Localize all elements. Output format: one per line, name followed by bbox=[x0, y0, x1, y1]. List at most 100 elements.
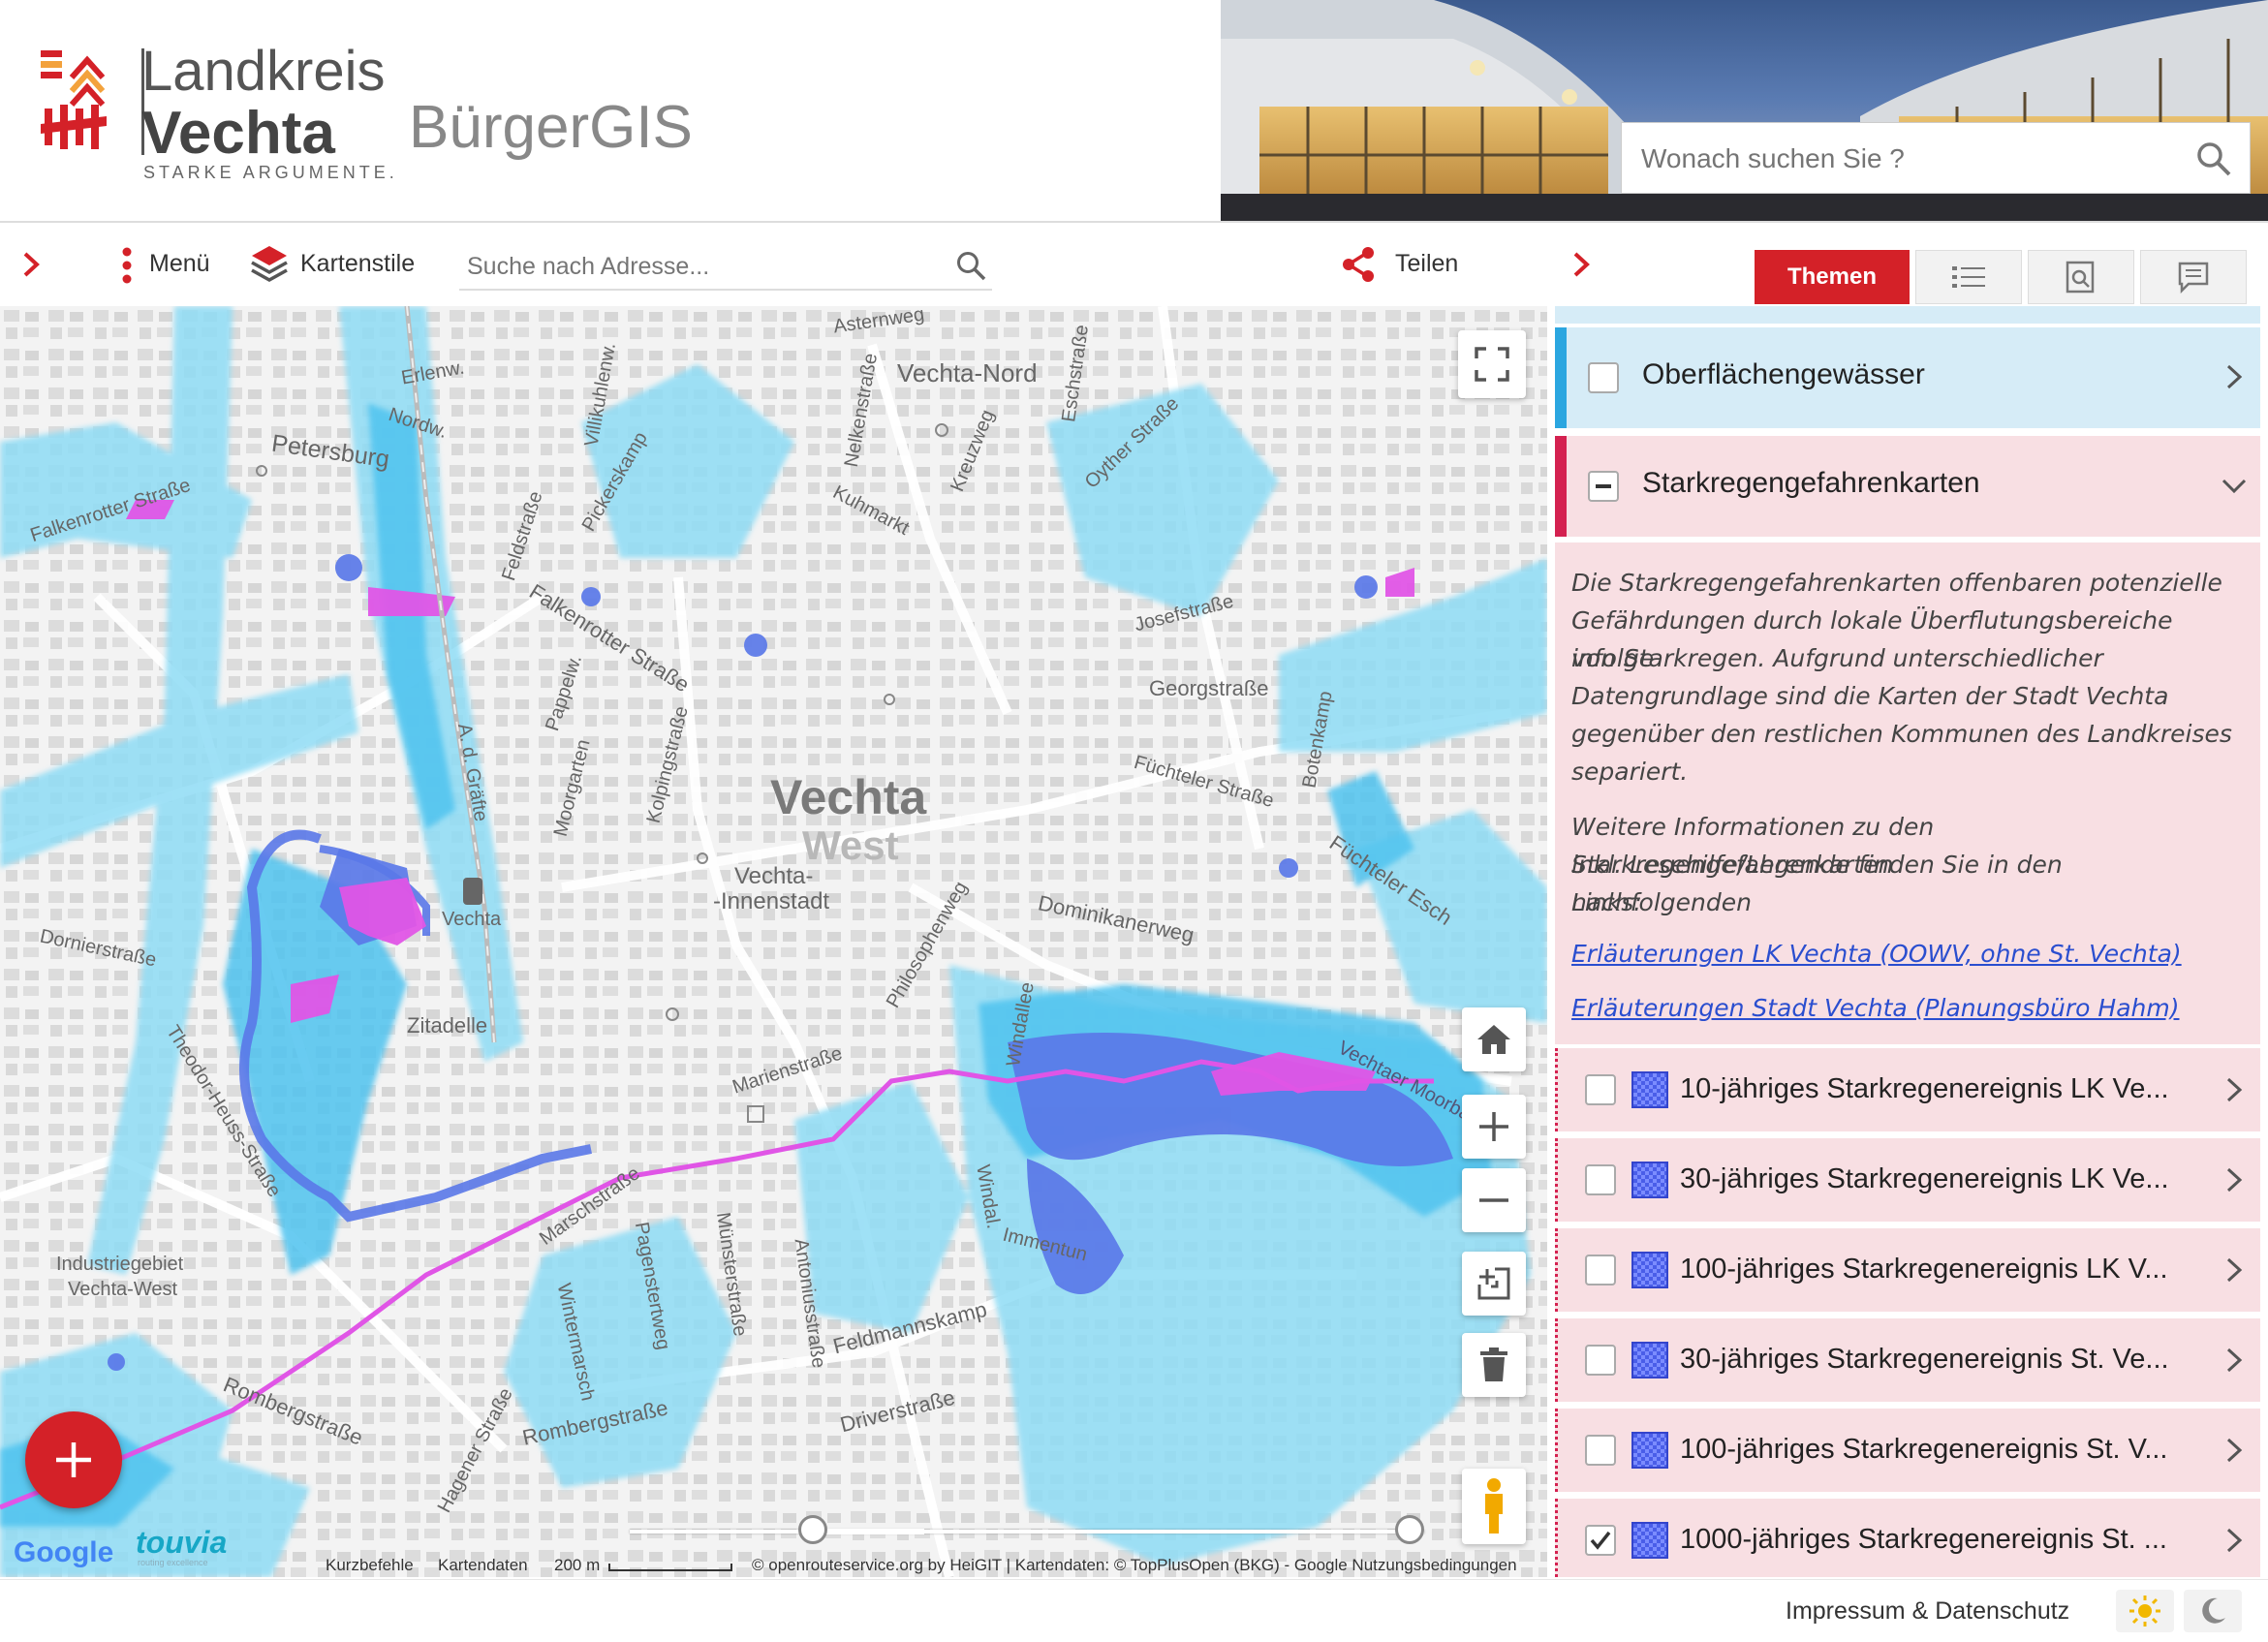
map-label-district: Vechta bbox=[770, 770, 927, 824]
search-icon[interactable] bbox=[955, 250, 986, 281]
list-icon bbox=[1952, 266, 1985, 288]
light-mode-button[interactable] bbox=[2116, 1590, 2174, 1632]
time-range-slider[interactable] bbox=[630, 1512, 1424, 1551]
minus-icon bbox=[1479, 1198, 1508, 1202]
map-label-street: Georgstraße bbox=[1149, 676, 1269, 700]
group-surface-water-checkbox[interactable] bbox=[1588, 362, 1619, 393]
group-starkregen[interactable]: Starkregengefahrenkarten bbox=[1555, 436, 2260, 537]
page-footer: Impressum & Datenschutz bbox=[0, 1579, 2268, 1642]
layer-row[interactable]: 100-jähriges Starkregenereignis LK V... bbox=[1555, 1228, 2260, 1312]
map-attribution-bar: Kurzbefehle Kartendaten 200 m © openrout… bbox=[0, 1556, 1547, 1577]
description-line: Datengrundlage sind die Karten der Stadt… bbox=[1571, 682, 2169, 710]
map-label-place: Industriegebiet bbox=[56, 1254, 184, 1275]
home-button[interactable] bbox=[1462, 1007, 1526, 1071]
brand-tagline: STARKE ARGUMENTE. bbox=[143, 163, 398, 182]
tab-feedback[interactable] bbox=[2140, 250, 2247, 304]
layer-legend-swatch bbox=[1631, 1432, 1668, 1469]
menu-button[interactable]: Menü bbox=[114, 244, 231, 287]
layer-label: 30-jähriges Starkregenereignis St. Ve... bbox=[1680, 1344, 2169, 1375]
imprint-link[interactable]: Impressum & Datenschutz bbox=[1786, 1597, 2069, 1626]
layer-label: 30-jähriges Starkregenereignis LK Ve... bbox=[1680, 1163, 2169, 1194]
partial-check-mark bbox=[1596, 484, 1611, 488]
layer-checkbox[interactable] bbox=[1585, 1435, 1616, 1466]
info-link-stadt-vechta[interactable]: Erläuterungen Stadt Vechta (Planungsbüro… bbox=[1571, 994, 2180, 1022]
share-button[interactable]: Teilen bbox=[1341, 242, 1496, 287]
layer-checkbox[interactable] bbox=[1585, 1164, 1616, 1195]
zoom-in-button[interactable] bbox=[1462, 1095, 1526, 1159]
layer-legend-swatch bbox=[1631, 1162, 1668, 1198]
map-styles-button[interactable]: Kartenstile bbox=[250, 242, 424, 287]
menu-label: Menü bbox=[149, 250, 210, 277]
layer-legend-swatch bbox=[1631, 1071, 1668, 1108]
chevron-right-icon bbox=[2226, 1348, 2243, 1373]
expand-right-chevron-icon[interactable] bbox=[1569, 250, 1593, 279]
description-line: Links: bbox=[1571, 888, 1642, 916]
description-line: gegenüber den restlichen Kommunen des La… bbox=[1571, 720, 2232, 748]
layer-legend-swatch bbox=[1631, 1252, 1668, 1288]
group-starkregen-checkbox[interactable] bbox=[1588, 471, 1619, 502]
site-search-box[interactable] bbox=[1621, 122, 2251, 194]
search-icon[interactable] bbox=[2195, 140, 2232, 177]
group-surface-water[interactable]: Oberflächengewässer bbox=[1555, 327, 2260, 428]
layer-row[interactable]: 30-jähriges Starkregenereignis LK Ve... bbox=[1555, 1138, 2260, 1222]
address-search-box[interactable] bbox=[459, 242, 992, 291]
tab-themes[interactable]: Themen bbox=[1755, 250, 1910, 304]
layer-label: 100-jähriges Starkregenereignis St. V... bbox=[1680, 1434, 2168, 1465]
slider-track bbox=[630, 1530, 1424, 1534]
layer-row[interactable]: 100-jähriges Starkregenereignis St. V... bbox=[1555, 1409, 2260, 1492]
map-label-district: Vechta-Nord bbox=[897, 358, 1038, 387]
layer-checkbox[interactable] bbox=[1585, 1255, 1616, 1286]
site-search-input[interactable] bbox=[1639, 135, 2186, 183]
fullscreen-button[interactable] bbox=[1458, 330, 1526, 398]
tab-search-map[interactable] bbox=[2028, 250, 2134, 304]
layer-legend-swatch bbox=[1631, 1522, 1668, 1559]
map-label-district: West bbox=[802, 822, 899, 868]
panel-top-strip bbox=[1555, 306, 2260, 324]
tab-list[interactable] bbox=[1915, 250, 2022, 304]
map-styles-label: Kartenstile bbox=[300, 250, 416, 277]
chevron-right-icon bbox=[2226, 1528, 2243, 1553]
moon-icon bbox=[2202, 1597, 2225, 1624]
pegman-icon bbox=[1485, 1478, 1503, 1534]
chevron-down-icon bbox=[2221, 479, 2247, 494]
map-label-station: Vechta bbox=[442, 909, 502, 930]
zoom-out-button[interactable] bbox=[1462, 1168, 1526, 1232]
info-link-lk-vechta[interactable]: Erläuterungen LK Vechta (OOWV, ohne St. … bbox=[1571, 940, 2182, 968]
brand-vechta: Vechta bbox=[141, 100, 335, 167]
layer-row[interactable]: 1000-jähriges Starkregenereignis St. ... bbox=[1555, 1499, 2260, 1577]
delete-drawing-button[interactable] bbox=[1462, 1333, 1526, 1397]
chevron-right-icon bbox=[2226, 1077, 2243, 1102]
page-header: Landkreis Vechta STARKE ARGUMENTE. Bürge… bbox=[0, 0, 2268, 223]
layer-checkbox[interactable] bbox=[1585, 1345, 1616, 1376]
landkreis-logo-mark bbox=[41, 50, 107, 149]
plus-icon bbox=[56, 1442, 91, 1477]
slider-handle-start[interactable] bbox=[797, 1515, 827, 1544]
kebab-menu-icon bbox=[122, 247, 132, 284]
tab-themes-label: Themen bbox=[1786, 263, 1877, 290]
chevron-right-icon bbox=[2226, 364, 2243, 389]
map-label-district: -Innenstadt bbox=[713, 888, 830, 914]
document-search-icon bbox=[2066, 261, 2095, 294]
layer-row[interactable]: 10-jähriges Starkregenereignis LK Ve... bbox=[1555, 1048, 2260, 1131]
shortcuts-link[interactable]: Kurzbefehle bbox=[326, 1556, 414, 1575]
map-canvas[interactable]: Vechta West Vechta-Nord Petersburg Vecht… bbox=[0, 306, 1547, 1577]
layer-row[interactable]: 30-jähriges Starkregenereignis St. Ve... bbox=[1555, 1318, 2260, 1402]
street-view-pegman[interactable] bbox=[1462, 1469, 1526, 1544]
collapse-left-chevron-icon[interactable] bbox=[19, 250, 43, 279]
layer-checkbox[interactable] bbox=[1585, 1525, 1616, 1556]
layer-checkbox[interactable] bbox=[1585, 1074, 1616, 1105]
home-icon bbox=[1477, 1025, 1510, 1054]
trash-icon bbox=[1480, 1348, 1507, 1381]
dark-mode-button[interactable] bbox=[2184, 1590, 2242, 1632]
slider-range-fill bbox=[812, 1529, 924, 1534]
address-search-input[interactable] bbox=[465, 248, 924, 285]
map-data-link[interactable]: Kartendaten bbox=[438, 1556, 528, 1575]
map-label-place: Zitadelle bbox=[407, 1013, 488, 1038]
comment-icon bbox=[2178, 262, 2209, 294]
slider-handle-end[interactable] bbox=[1395, 1515, 1424, 1544]
add-fab-button[interactable] bbox=[25, 1411, 122, 1508]
checkmark-icon bbox=[1590, 1531, 1611, 1550]
layer-legend-swatch bbox=[1631, 1342, 1668, 1379]
zoom-to-area-button[interactable] bbox=[1462, 1252, 1526, 1316]
brand-landkreis: Landkreis bbox=[141, 40, 386, 103]
